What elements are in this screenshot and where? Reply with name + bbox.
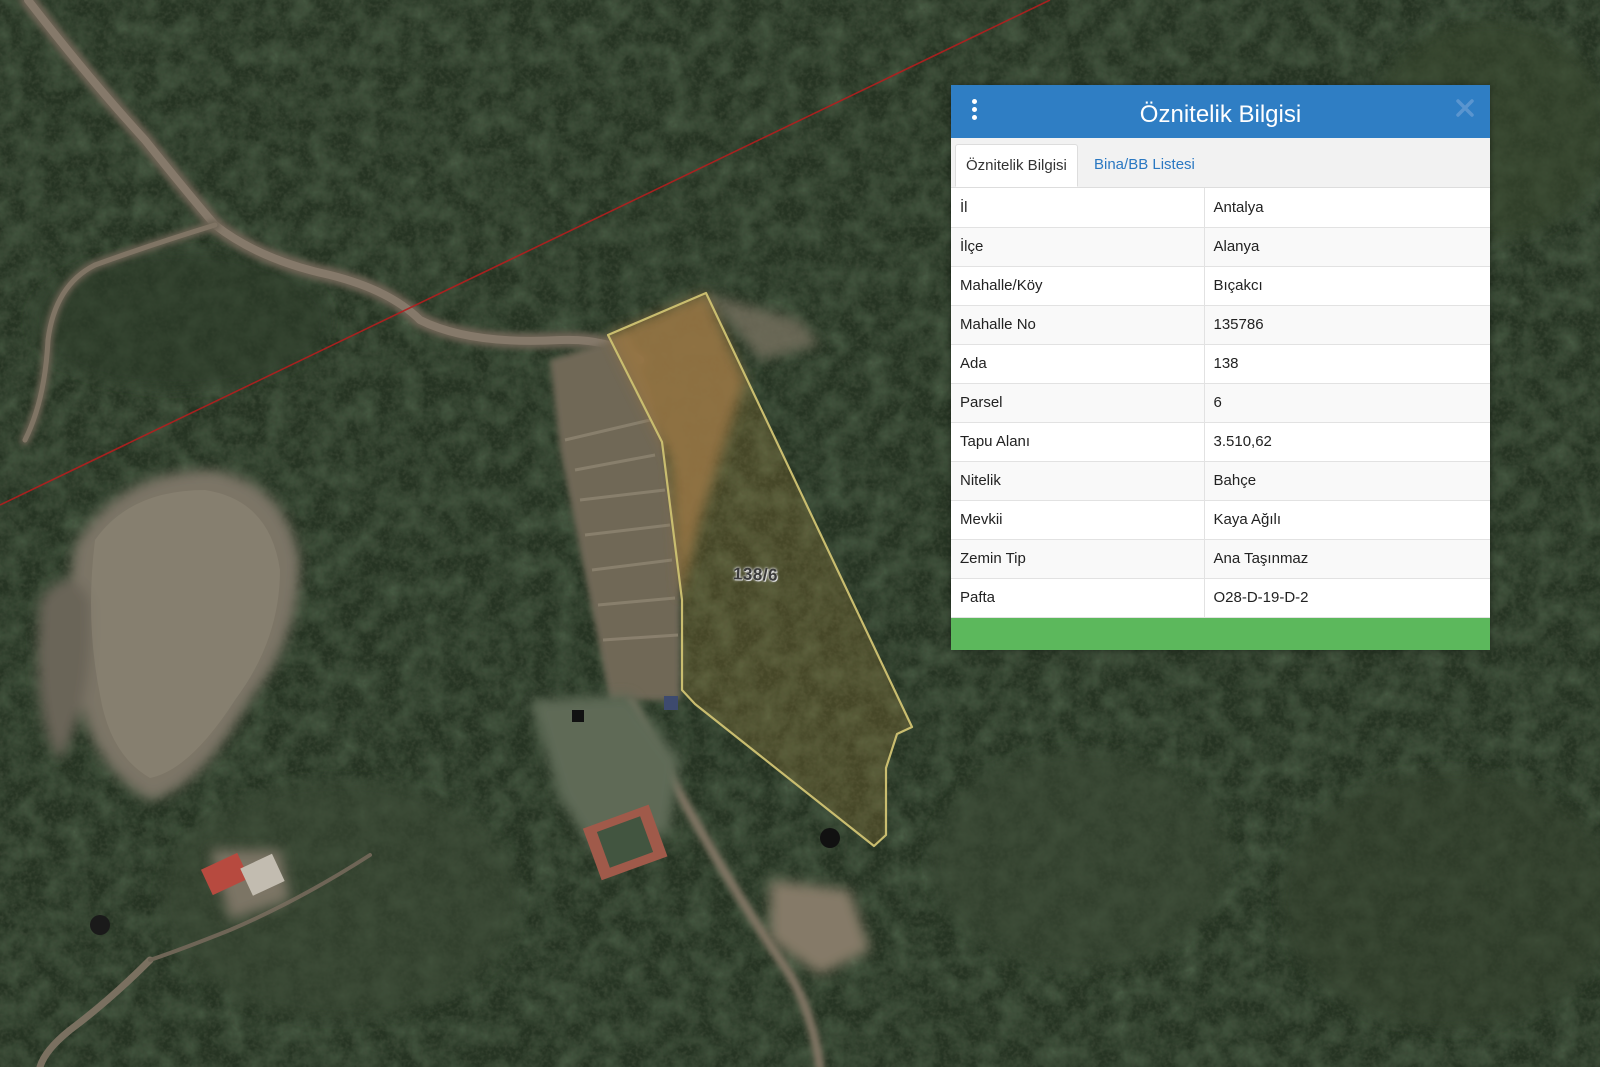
row-key: Ada [951, 344, 1205, 384]
popup-title: Öznitelik Bilgisi [1139, 101, 1302, 128]
tab-attribute-info[interactable]: Öznitelik Bilgisi [955, 144, 1078, 187]
row-value: Kaya Ağılı [1204, 500, 1490, 540]
table-row: Tapu Alanı 3.510,62 [951, 422, 1490, 462]
row-key: Zemin Tip [951, 539, 1205, 579]
table-row: İlçe Alanya [951, 227, 1490, 267]
row-key: Nitelik [951, 461, 1205, 501]
row-key: Mahalle/Köy [951, 266, 1205, 306]
table-row: Mahalle/Köy Bıçakcı [951, 266, 1490, 306]
row-key: Pafta [951, 578, 1205, 618]
table-row: Parsel 6 [951, 383, 1490, 423]
row-key: Parsel [951, 383, 1205, 423]
row-value: Ana Taşınmaz [1204, 539, 1490, 579]
attribute-info-popup: Öznitelik Bilgisi Öznitelik Bilgisi Bina… [951, 85, 1490, 650]
tab-building-list[interactable]: Bina/BB Listesi [1084, 144, 1205, 187]
table-row: Pafta O28-D-19-D-2 [951, 578, 1490, 618]
close-icon[interactable] [1454, 97, 1476, 119]
row-value: O28-D-19-D-2 [1204, 578, 1490, 618]
row-value: 6 [1204, 383, 1490, 423]
vertical-dots-icon[interactable] [969, 99, 979, 125]
table-row: İl Antalya [951, 188, 1490, 228]
row-value: Alanya [1204, 227, 1490, 267]
popup-tabs: Öznitelik Bilgisi Bina/BB Listesi [951, 138, 1490, 188]
table-row: Zemin Tip Ana Taşınmaz [951, 539, 1490, 579]
table-row: Nitelik Bahçe [951, 461, 1490, 501]
parcel-label[interactable]: 138/6 [733, 564, 779, 586]
row-value: 3.510,62 [1204, 422, 1490, 462]
row-key: İl [951, 188, 1205, 228]
row-key: Tapu Alanı [951, 422, 1205, 462]
popup-footer-bar [951, 617, 1490, 650]
attribute-table: İl Antalya İlçe Alanya Mahalle/Köy Bıçak… [951, 188, 1490, 618]
table-row: Mevkii Kaya Ağılı [951, 500, 1490, 540]
popup-header: Öznitelik Bilgisi [951, 85, 1490, 138]
row-value: 135786 [1204, 305, 1490, 345]
row-value: 138 [1204, 344, 1490, 384]
row-value: Bahçe [1204, 461, 1490, 501]
table-row: Mahalle No 135786 [951, 305, 1490, 345]
row-value: Bıçakcı [1204, 266, 1490, 306]
row-key: Mevkii [951, 500, 1205, 540]
row-key: Mahalle No [951, 305, 1205, 345]
row-value: Antalya [1204, 188, 1490, 228]
table-row: Ada 138 [951, 344, 1490, 384]
row-key: İlçe [951, 227, 1205, 267]
